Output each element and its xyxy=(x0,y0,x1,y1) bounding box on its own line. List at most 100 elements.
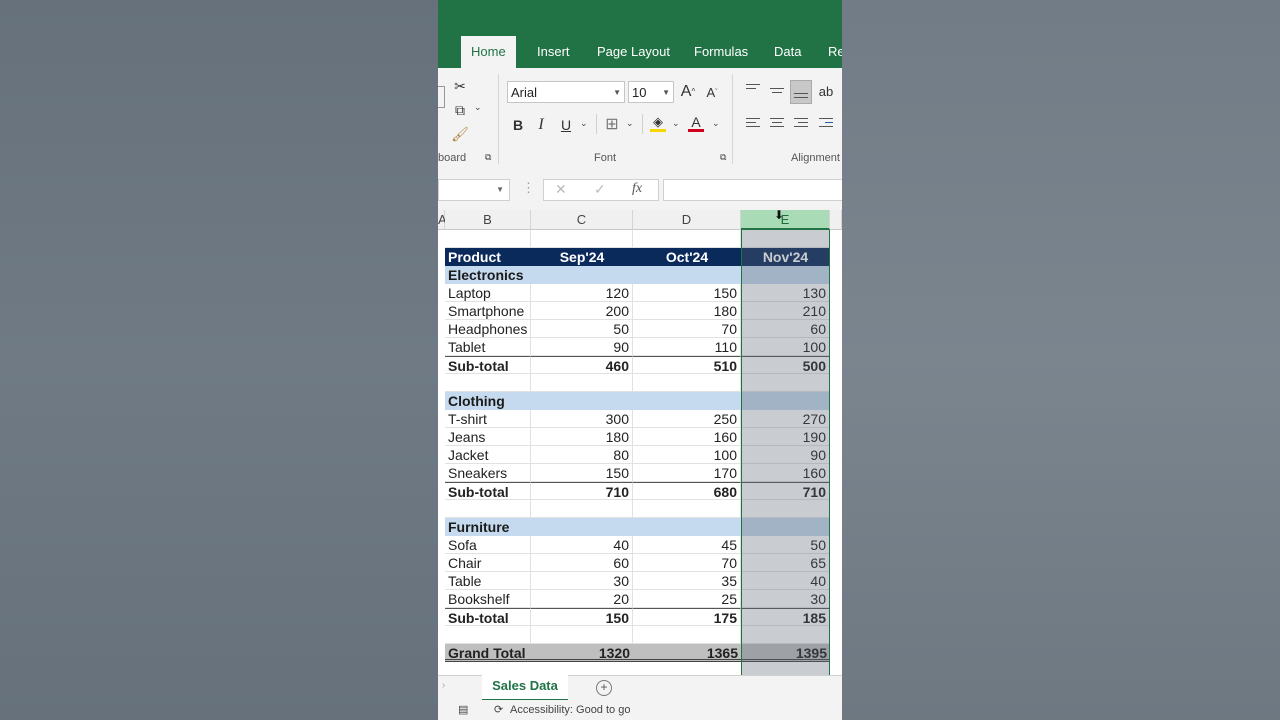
cell-d[interactable]: 680 xyxy=(633,482,741,500)
cell-e[interactable]: 1395 xyxy=(741,644,830,662)
cell-e[interactable]: 65 xyxy=(741,554,830,572)
cell-d[interactable]: 250 xyxy=(633,410,741,428)
fill-color-icon[interactable]: ◈ xyxy=(648,115,668,135)
cell-b[interactable]: Laptop xyxy=(445,284,531,302)
cell-c[interactable] xyxy=(531,518,633,536)
cell-c[interactable]: 60 xyxy=(531,554,633,572)
font-launcher-icon[interactable]: ⧉ xyxy=(720,152,726,163)
confirm-icon[interactable]: ✓ xyxy=(594,181,606,198)
cell-c[interactable]: 1320 xyxy=(531,644,633,662)
cut-icon[interactable]: ✂ xyxy=(450,76,470,96)
cell-c[interactable]: 30 xyxy=(531,572,633,590)
font-size-select[interactable]: 10 ▼ xyxy=(628,81,674,103)
cell-c[interactable]: Sep'24 xyxy=(531,248,633,266)
cell-b[interactable]: Sneakers xyxy=(445,464,531,482)
align-left-icon[interactable] xyxy=(746,118,760,130)
cell-e[interactable]: 130 xyxy=(741,284,830,302)
cell-c[interactable]: 80 xyxy=(531,446,633,464)
cell-d[interactable]: 510 xyxy=(633,356,741,374)
cell-e[interactable]: Nov'24 xyxy=(741,248,830,266)
cell-e[interactable]: 100 xyxy=(741,338,830,356)
cell-e[interactable]: 60 xyxy=(741,320,830,338)
align-top-icon[interactable] xyxy=(746,84,760,96)
name-box[interactable]: ▼ xyxy=(438,179,510,201)
tab-data[interactable]: Data xyxy=(764,36,811,68)
cell-d[interactable] xyxy=(633,230,741,248)
cell-b[interactable] xyxy=(445,374,531,392)
align-bottom-button[interactable] xyxy=(790,80,812,104)
fill-color-dropdown-icon[interactable]: ⌄ xyxy=(672,118,680,129)
column-header-d[interactable]: D xyxy=(633,210,741,230)
underline-dropdown-icon[interactable]: ⌄ xyxy=(580,118,588,129)
tab-home[interactable]: Home xyxy=(461,36,516,68)
cell-d[interactable] xyxy=(633,518,741,536)
orientation-icon[interactable]: ab xyxy=(816,82,836,102)
clipboard-launcher-icon[interactable]: ⧉ xyxy=(485,152,491,163)
cell-e[interactable]: 50 xyxy=(741,536,830,554)
cell-b[interactable]: Jeans xyxy=(445,428,531,446)
cell-b[interactable]: Smartphone xyxy=(445,302,531,320)
align-right-icon[interactable] xyxy=(794,118,808,130)
cell-d[interactable]: 170 xyxy=(633,464,741,482)
cell-c[interactable]: 150 xyxy=(531,608,633,626)
cell-c[interactable]: 180 xyxy=(531,428,633,446)
insert-function-button[interactable]: fx xyxy=(632,181,642,197)
cell-d[interactable]: 160 xyxy=(633,428,741,446)
cell-b[interactable]: Bookshelf xyxy=(445,590,531,608)
cell-e[interactable] xyxy=(741,392,830,410)
cell-d[interactable]: 1365 xyxy=(633,644,741,662)
column-header-b[interactable]: B xyxy=(445,210,531,230)
borders-icon[interactable]: ⊞ xyxy=(602,115,622,135)
paste-icon[interactable] xyxy=(438,86,445,108)
cell-b[interactable]: Sub-total xyxy=(445,482,531,500)
cell-c[interactable] xyxy=(531,392,633,410)
category-label[interactable]: Furniture xyxy=(445,518,531,536)
cell-d[interactable]: 175 xyxy=(633,608,741,626)
cell-d[interactable]: 150 xyxy=(633,284,741,302)
tab-formulas[interactable]: Formulas xyxy=(684,36,758,68)
cell-b[interactable]: T-shirt xyxy=(445,410,531,428)
category-label[interactable]: Electronics xyxy=(445,266,531,284)
tab-insert[interactable]: Insert xyxy=(527,36,580,68)
cell-e[interactable]: 40 xyxy=(741,572,830,590)
font-color-icon[interactable]: A xyxy=(686,115,706,135)
cell-e[interactable]: 270 xyxy=(741,410,830,428)
cell-d[interactable] xyxy=(633,392,741,410)
accessibility-icon[interactable]: ⟳ xyxy=(494,703,503,716)
font-color-dropdown-icon[interactable]: ⌄ xyxy=(712,118,720,129)
cell-c[interactable]: 710 xyxy=(531,482,633,500)
cell-d[interactable] xyxy=(633,374,741,392)
cell-b[interactable]: Table xyxy=(445,572,531,590)
column-header-f[interactable] xyxy=(830,210,842,230)
column-header-c[interactable]: C xyxy=(531,210,633,230)
category-label[interactable]: Clothing xyxy=(445,392,531,410)
tab-review[interactable]: Re xyxy=(818,36,842,68)
cell-e[interactable]: 710 xyxy=(741,482,830,500)
format-painter-icon[interactable]: 🖌 xyxy=(450,124,470,144)
cell-c[interactable]: 40 xyxy=(531,536,633,554)
cell-d[interactable]: 110 xyxy=(633,338,741,356)
cell-b[interactable] xyxy=(445,230,531,248)
cell-c[interactable]: 300 xyxy=(531,410,633,428)
font-name-select[interactable]: Arial ▼ xyxy=(507,81,625,103)
cell-e[interactable]: 160 xyxy=(741,464,830,482)
tab-page-layout[interactable]: Page Layout xyxy=(587,36,680,68)
cell-c[interactable]: 200 xyxy=(531,302,633,320)
cell-b[interactable]: Sofa xyxy=(445,536,531,554)
cell-b[interactable]: Grand Total xyxy=(445,644,531,662)
cell-e[interactable]: 90 xyxy=(741,446,830,464)
cell-d[interactable] xyxy=(633,500,741,518)
cell-b[interactable]: Jacket xyxy=(445,446,531,464)
macro-icon[interactable]: ▤ xyxy=(458,703,468,716)
column-header-a[interactable]: A xyxy=(438,210,447,230)
cell-d[interactable] xyxy=(633,266,741,284)
cell-e[interactable]: 190 xyxy=(741,428,830,446)
cancel-icon[interactable]: ✕ xyxy=(555,181,567,198)
cell-e[interactable] xyxy=(741,518,830,536)
cell-b[interactable]: Tablet xyxy=(445,338,531,356)
cell-d[interactable] xyxy=(633,626,741,644)
italic-button[interactable]: I xyxy=(531,115,551,135)
align-center-icon[interactable] xyxy=(770,118,784,130)
decrease-indent-icon[interactable] xyxy=(819,118,833,130)
align-middle-icon[interactable] xyxy=(770,88,784,100)
